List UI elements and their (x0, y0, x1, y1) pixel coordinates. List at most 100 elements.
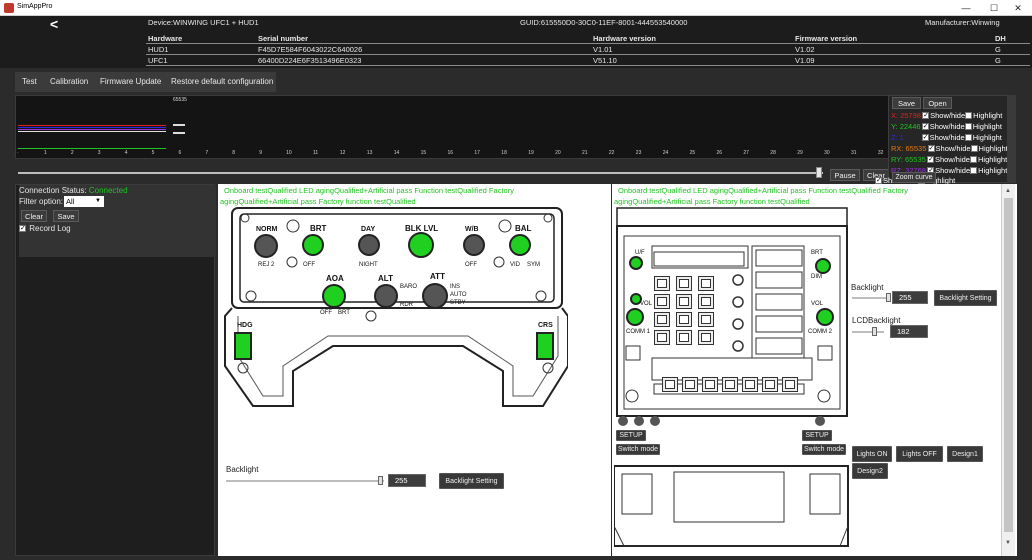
ufc-backlight-setting-button[interactable]: Backlight Setting (934, 290, 997, 306)
ufc-backlight-slider-thumb[interactable] (886, 293, 892, 302)
day-night-switch[interactable] (358, 234, 380, 256)
ufc-panel-scrollbar[interactable]: ▲ ▼ (1001, 184, 1015, 556)
round-button[interactable] (650, 416, 660, 426)
show-hide-checkbox[interactable] (921, 122, 929, 130)
option-key-row (662, 377, 812, 395)
hud-backlight-value[interactable]: 255 (388, 474, 426, 487)
pause-button[interactable]: Pause (830, 169, 860, 181)
legend-scrollbar[interactable] (1007, 95, 1016, 183)
option-key[interactable] (722, 377, 738, 392)
tab-test[interactable]: Test (22, 75, 37, 89)
tab-calibration[interactable]: Calibration (50, 75, 88, 89)
brt-knob-ufc[interactable] (815, 258, 831, 274)
time-slider-thumb[interactable] (816, 167, 822, 178)
lcd-backlight-value[interactable]: 182 (890, 325, 928, 338)
zoom-curve-button[interactable]: Zoom curve (892, 172, 936, 183)
time-slider-track[interactable] (18, 172, 823, 174)
option-key[interactable] (742, 377, 758, 392)
keypad-key[interactable] (698, 276, 714, 291)
filter-select[interactable]: All ▼ (64, 196, 104, 207)
switch-mode-button-left[interactable]: Switch mode (616, 444, 660, 455)
norm-rej-switch[interactable] (254, 234, 278, 258)
keypad-key[interactable] (654, 312, 670, 327)
legend-save-button[interactable]: Save (892, 97, 921, 109)
show-hide-checkbox[interactable] (927, 144, 935, 152)
highlight-checkbox[interactable] (970, 166, 978, 174)
hud-panel: Onboard testQualified LED agingQualified… (218, 184, 611, 556)
show-hide-checkbox[interactable] (922, 111, 930, 119)
keypad-key[interactable] (698, 330, 714, 345)
record-log-checkbox[interactable]: Record Log (19, 224, 71, 233)
label-ins: INS (450, 284, 461, 290)
show-hide-checkbox[interactable] (921, 133, 929, 141)
scroll-down-icon[interactable]: ▼ (1005, 540, 1011, 546)
keypad-key[interactable] (676, 312, 692, 327)
setup-button-right[interactable]: SETUP (802, 430, 832, 441)
device-header: < Device:WINWING UFC1 + HUD1 GUID:615550… (0, 16, 1032, 68)
close-button[interactable]: ✕ (1004, 0, 1032, 16)
tab-restore-default[interactable]: Restore default configuration (171, 75, 273, 89)
option-key[interactable] (782, 377, 798, 392)
keypad-key[interactable] (654, 294, 670, 309)
switch-mode-button-right[interactable]: Switch mode (802, 444, 846, 455)
hud-backlight-slider-thumb[interactable] (377, 476, 383, 485)
design1-button[interactable]: Design1 (947, 446, 983, 462)
line-ry (18, 131, 166, 132)
ufc-backlight-slider-track[interactable] (852, 297, 890, 299)
keypad-key[interactable] (654, 330, 670, 345)
hud-backlight-setting-button[interactable]: Backlight Setting (439, 473, 504, 489)
highlight-checkbox[interactable] (969, 155, 977, 163)
scroll-thumb[interactable] (1004, 198, 1013, 532)
ufc-backlight-value[interactable]: 255 (892, 291, 928, 304)
time-axis-tick: 7 (205, 150, 209, 156)
keypad-key[interactable] (676, 330, 692, 345)
hdg-knob[interactable] (234, 332, 252, 360)
crs-knob[interactable] (536, 332, 554, 360)
comm1-knob[interactable] (626, 308, 644, 326)
option-key[interactable] (762, 377, 778, 392)
round-button[interactable] (618, 416, 628, 426)
keypad-key[interactable] (698, 312, 714, 327)
highlight-checkbox[interactable] (964, 133, 972, 141)
minimize-button[interactable]: — (952, 0, 980, 16)
highlight-checkbox[interactable] (964, 122, 972, 130)
setup-button-left[interactable]: SETUP (616, 430, 646, 441)
design2-button[interactable]: Design2 (852, 463, 888, 479)
log-clear-button[interactable]: Clear (21, 210, 47, 222)
lcd-backlight-slider-track[interactable] (852, 331, 884, 333)
keypad-key[interactable] (676, 294, 692, 309)
hud-backlight-slider-track[interactable] (226, 480, 384, 482)
round-button[interactable] (815, 416, 825, 426)
option-key[interactable] (682, 377, 698, 392)
tab-firmware-update[interactable]: Firmware Update (100, 75, 161, 89)
keypad-key[interactable] (654, 276, 670, 291)
comm2-knob[interactable] (816, 308, 834, 326)
aoa-knob[interactable] (322, 284, 346, 308)
label-rej2: REJ 2 (258, 262, 275, 268)
wb-switch[interactable] (463, 234, 485, 256)
uf-knob[interactable] (629, 256, 643, 270)
att-switch[interactable] (422, 283, 448, 309)
option-key[interactable] (702, 377, 718, 392)
scroll-up-icon[interactable]: ▲ (1005, 188, 1011, 194)
keypad-key[interactable] (676, 276, 692, 291)
back-arrow-icon[interactable]: < (50, 16, 58, 32)
legend-open-button[interactable]: Open (923, 97, 952, 109)
show-hide-checkbox[interactable] (926, 155, 934, 163)
brt-knob[interactable] (302, 234, 324, 256)
highlight-checkbox[interactable] (965, 112, 973, 119)
show-hide-label: Show/hide (934, 154, 970, 164)
lights-off-button[interactable]: Lights OFF (896, 446, 943, 462)
log-save-button[interactable]: Save (53, 210, 79, 222)
keypad-key[interactable] (698, 294, 714, 309)
highlight-checkbox[interactable] (970, 144, 978, 152)
round-button[interactable] (634, 416, 644, 426)
bal-knob[interactable] (509, 234, 531, 256)
time-axis-tick: 31 (851, 150, 857, 156)
lcd-backlight-slider-thumb[interactable] (871, 327, 877, 336)
connection-status: Connection Status: Connected (19, 186, 128, 195)
blk-lvl-knob[interactable] (408, 232, 434, 258)
option-key[interactable] (662, 377, 678, 392)
alt-switch[interactable] (374, 284, 398, 308)
lights-on-button[interactable]: Lights ON (852, 446, 892, 462)
